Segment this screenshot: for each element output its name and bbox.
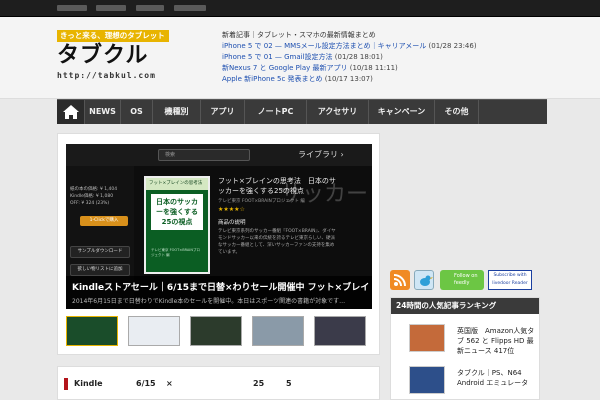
news-link[interactable]: iPhone 5 で 02 — MMSメール設定方法まとめ｜キャリアメール (0… (222, 41, 592, 52)
wishlist-button: 欲しい物リストに追加 (70, 264, 130, 276)
section-marker (64, 378, 68, 390)
article-title-fragment[interactable]: Kindle (74, 378, 103, 390)
twitter-bird-icon (420, 275, 433, 286)
ranking-thumbnail[interactable] (409, 366, 445, 394)
rss-button[interactable] (390, 270, 410, 290)
nav-item-campaign[interactable]: キャンペーン (369, 100, 435, 124)
news-link[interactable]: iPhone 5 で 01 — Gmail設定方法 (01/28 18:01) (222, 52, 592, 63)
nav-item-os[interactable]: OS (121, 100, 153, 124)
background-text: サッカー (279, 182, 368, 207)
ranking-title[interactable]: タブクル｜PS、N64 Android エミュレータ (457, 368, 537, 388)
news-link[interactable]: 新Nexus 7 と Google Play 最新アプリ (10/18 11:1… (222, 63, 592, 74)
news-link[interactable]: Apple 新iPhone 5c 発表まとめ (10/17 13:07) (222, 74, 592, 85)
article-title-fragment[interactable]: 25 (253, 378, 264, 390)
top-link[interactable] (96, 5, 126, 11)
article-list: Kindle 6/15 × 25 5 (57, 366, 380, 400)
nav-item-other[interactable]: その他 (435, 100, 479, 124)
slide-caption-excerpt: 2014年6月15日まで日替わりでKindle本のセールを開催中。本日はスポーツ… (72, 298, 346, 305)
feedly-follow-button[interactable]: Follow on feedly (440, 270, 484, 290)
livedoor-subscribe-button[interactable]: Subscribe with livedoor Reader (488, 270, 532, 290)
nav-item-news[interactable]: NEWS (85, 100, 121, 124)
ranking-widget: 24時間の人気記事ランキング 英国版 Amazon人気タブ 562 と Flip… (390, 297, 540, 400)
article-title-fragment[interactable]: 6/15 (136, 378, 156, 390)
social-buttons: Follow on feedly Subscribe with livedoor… (390, 270, 540, 292)
ranking-item[interactable]: タブクル｜PS、N64 Android エミュレータ (391, 358, 539, 400)
logo-name: タブクル (57, 43, 149, 68)
top-link[interactable] (136, 5, 164, 11)
nav-item-accessory[interactable]: アクセサリ (307, 100, 369, 124)
top-bar (0, 0, 600, 17)
buy-button: 1-Clickで購入 (80, 216, 128, 226)
description-heading: 商品の説明 (218, 220, 246, 226)
slider-thumbnail[interactable] (190, 316, 242, 346)
main-nav: NEWS OS 機種別 アプリ ノートPC アクセサリ キャンペーン その他 (57, 99, 547, 124)
logo-tagline: きっと来る、理想のタブレット (57, 30, 169, 42)
sample-button: サンプルダウンロード (70, 246, 130, 258)
top-link[interactable] (57, 5, 87, 11)
top-link[interactable] (174, 5, 206, 11)
book-cover: フット×ブレインの思考法 日本のサッカーを強くする25の視点 テレビ東京 FOO… (144, 176, 210, 274)
kindle-search-field: 検索 (158, 149, 250, 161)
ranking-item[interactable]: 英国版 Amazon人気タブ 562 と Flipps HD 最新ニュース 41… (391, 316, 539, 358)
twitter-button[interactable] (414, 270, 434, 290)
book-description: テレビ東京系列のサッカー番組『FOOT×BRAIN』、ダイヤモンドサッカー以来の… (218, 229, 336, 255)
news-heading: 新着記事｜タブレット・スマホの最新情報まとめ (222, 31, 376, 39)
site-logo[interactable]: きっと来る、理想のタブレット タブクル http://tabkul.com (57, 30, 169, 90)
article-title-fragment[interactable]: × (166, 378, 173, 390)
featured-slider[interactable]: 検索 ライブラリ › 紙の本の価格: ¥ 1,404 Kindle価格: ¥ 1… (66, 144, 372, 309)
cover-author: テレビ東京 FOOT×BRAINプロジェクト 編 (151, 248, 200, 257)
slider-thumbnail[interactable] (128, 316, 180, 346)
slide-caption-title[interactable]: Kindleストアセール｜6/15まで日替×わりセール開催中 フット×ブレインの… (72, 280, 370, 293)
slide-caption[interactable]: Kindleストアセール｜6/15まで日替×わりセール開催中 フット×ブレインの… (66, 276, 372, 309)
featured-card: 検索 ライブラリ › 紙の本の価格: ¥ 1,404 Kindle価格: ¥ 1… (57, 133, 380, 355)
slider-thumbnails (66, 316, 372, 346)
slider-thumbnail[interactable] (314, 316, 366, 346)
site-header: きっと来る、理想のタブレット タブクル http://tabkul.com 新着… (0, 17, 600, 99)
logo-url: http://tabkul.com (57, 71, 156, 80)
price-info: 紙の本の価格: ¥ 1,404 Kindle価格: ¥ 1,080 OFF: ¥… (70, 187, 118, 206)
ranking-thumbnail[interactable] (409, 324, 445, 352)
cover-series: フット×ブレインの思考法 (146, 178, 208, 190)
cover-title: 日本のサッカーを強くする25の視点 (151, 194, 203, 230)
nav-item-models[interactable]: 機種別 (153, 100, 201, 124)
ranking-title[interactable]: 英国版 Amazon人気タブ 562 と Flipps HD 最新ニュース 41… (457, 326, 537, 356)
rss-icon (393, 274, 406, 287)
ranking-heading: 24時間の人気記事ランキング (391, 298, 539, 314)
nav-item-apps[interactable]: アプリ (201, 100, 245, 124)
slider-thumbnail[interactable] (66, 316, 118, 346)
article-title-fragment[interactable]: 5 (286, 378, 292, 390)
home-icon (63, 105, 79, 119)
nav-item-notepc[interactable]: ノートPC (245, 100, 307, 124)
slider-thumbnail[interactable] (252, 316, 304, 346)
kindle-library-label: ライブラリ › (298, 150, 344, 159)
nav-home-button[interactable] (57, 100, 85, 124)
latest-news: 新着記事｜タブレット・スマホの最新情報まとめ iPhone 5 で 02 — M… (222, 30, 592, 85)
